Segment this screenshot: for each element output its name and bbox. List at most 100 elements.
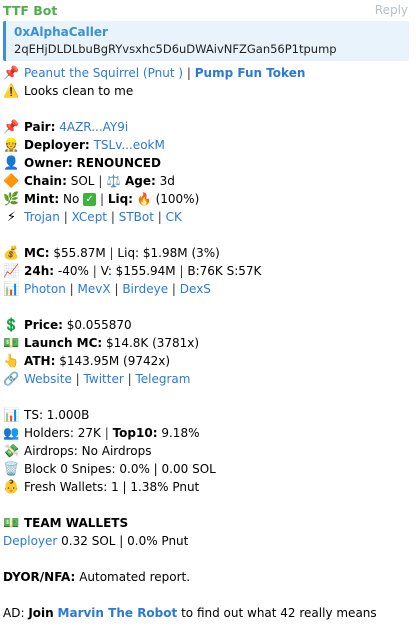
trash-icon: 🗑️ [3, 462, 20, 477]
links-line: 🔗 Website | Twitter | Telegram [3, 370, 190, 388]
top10-label: Top10: [112, 426, 158, 440]
holders-text: Holders: 27K [24, 426, 101, 440]
charts-line: 📊 Photon | MevX | Birdeye | DexS [3, 280, 211, 298]
chain-line: 🔶 Chain: SOL | ⚖️ Age: 3d [3, 172, 174, 190]
separator: | [186, 66, 191, 80]
ath-label: ATH: [24, 354, 56, 368]
ath-value: $143.95M (9742x) [59, 354, 171, 368]
link-icon: 🔗 [3, 372, 20, 387]
website-link[interactable]: Website [24, 372, 72, 386]
team-title-line: 💵 TEAM WALLETS [3, 514, 128, 532]
liq-value: (100%) [155, 192, 200, 206]
dyor-line: DYOR/NFA: Automated report. [3, 568, 190, 586]
fire-icon: 🔥 [136, 192, 152, 206]
banknote-icon: 💵 [3, 336, 20, 351]
bar-chart-icon: 📊 [3, 408, 20, 423]
diamond-icon: 🔶 [3, 174, 20, 189]
deployer-link[interactable]: TSLv...eokM [94, 138, 165, 152]
warning-line: ⚠️ Looks clean to me [3, 82, 133, 100]
separator: | [98, 174, 103, 188]
snipes-text: Block 0 Snipes: 0.0% | 0.00 SOL [24, 462, 216, 476]
team-deployer-link[interactable]: Deployer [3, 534, 57, 548]
h24-value: -40% [57, 264, 89, 278]
launch-label: Launch MC: [24, 336, 103, 350]
reply-button[interactable]: Reply [375, 3, 408, 17]
chart-link-dexs[interactable]: DexS [180, 282, 211, 296]
separator: | [114, 282, 119, 296]
airdrops-text: Airdrops: No Airdrops [24, 444, 152, 458]
mc-value: $55.87M [53, 246, 106, 260]
launch-value: $14.8K (3781x) [106, 336, 200, 350]
separator: | [127, 372, 132, 386]
ts-text: TS: 1.000B [24, 408, 90, 422]
pair-line: 📌 Pair: 4AZR...AY9i [3, 118, 128, 136]
chain-value: SOL [70, 174, 95, 188]
ad-suffix: to find out what 42 really means [181, 606, 377, 620]
pointing-up-icon: 👆 [3, 354, 20, 369]
mc-label: MC: [24, 246, 50, 260]
airdrops-line: 💸 Airdrops: No Airdrops [3, 442, 152, 460]
separator: | [92, 264, 97, 278]
separator: | [109, 246, 114, 260]
herb-icon: 🌿 [3, 192, 20, 207]
ath-line: 👆 ATH: $143.95M (9742x) [3, 352, 170, 370]
quote-author: 0xAlphaCaller [14, 25, 108, 39]
age-label: Age: [124, 174, 156, 188]
bot-link-xcept[interactable]: XCept [72, 210, 107, 224]
deployer-label: Deployer: [24, 138, 90, 152]
separator: | [104, 426, 109, 440]
sender-name[interactable]: TTF Bot [3, 3, 57, 18]
baby-icon: 👶 [3, 480, 20, 495]
scales-icon: ⚖️ [106, 174, 122, 188]
ad-link[interactable]: Marvin The Robot [58, 606, 178, 620]
separator: | [99, 192, 104, 206]
owner-label: Owner: [24, 156, 73, 170]
separator: | [179, 264, 184, 278]
team-deployer-line: Deployer 0.32 SOL | 0.0% Pnut [3, 532, 188, 550]
bot-link-ck[interactable]: CK [166, 210, 182, 224]
chart-up-icon: 📈 [3, 264, 20, 279]
mint-value: No [62, 192, 80, 206]
platform-link[interactable]: Pump Fun Token [195, 66, 306, 80]
dyor-text: Automated report. [79, 570, 191, 584]
person-icon: 👤 [3, 156, 20, 171]
chain-label: Chain: [24, 174, 67, 188]
moneybag-icon: 💰 [3, 246, 20, 261]
pair-link[interactable]: 4AZR...AY9i [59, 120, 128, 134]
chart-link-photon[interactable]: Photon [24, 282, 66, 296]
token-symbol-link[interactable]: (Pnut ) [143, 66, 183, 80]
warning-text: Looks clean to me [24, 84, 134, 98]
fresh-line: 👶 Fresh Wallets: 1 | 1.38% Pnut [3, 478, 199, 496]
chart-link-mevx[interactable]: MevX [78, 282, 111, 296]
liq-text: Liq: $1.98M (3%) [117, 246, 220, 260]
launch-line: 💵 Launch MC: $14.8K (3781x) [3, 334, 199, 352]
separator: | [75, 372, 80, 386]
team-deployer-value: 0.32 SOL | 0.0% Pnut [61, 534, 189, 548]
token-line: 📌 Peanut the Squirrel (Pnut ) | Pump Fun … [3, 64, 305, 82]
twitter-link[interactable]: Twitter [84, 372, 124, 386]
top10-value: 9.18% [161, 426, 200, 440]
money-wings-icon: 💸 [3, 444, 20, 459]
bot-link-stbot[interactable]: STBot [119, 210, 154, 224]
price-line: 💲 Price: $0.055870 [3, 316, 131, 334]
chart-link-birdeye[interactable]: Birdeye [122, 282, 168, 296]
separator: | [110, 210, 115, 224]
bot-link-trojan[interactable]: Trojan [24, 210, 60, 224]
check-icon: ✓ [83, 193, 97, 206]
banknote-icon: 💵 [3, 516, 20, 531]
reply-quote[interactable]: 0xAlphaCaller 2qEHjDLDLbuBgRYvsxhc5D6uDW… [3, 21, 409, 61]
owner-line: 👤 Owner: RENOUNCED [3, 154, 161, 172]
owner-value: RENOUNCED [76, 156, 161, 170]
bots-line: ⚡ Trojan | XCept | STBot | CK [3, 208, 182, 226]
deployer-line: 👷 Deployer: TSLv...eokM [3, 136, 165, 154]
quote-text: 2qEHjDLDLbuBgRYvsxhc5D6uDWAivNFZGan56P1t… [14, 42, 337, 56]
lightning-icon: ⚡ [6, 210, 17, 225]
h24-label: 24h: [24, 264, 55, 278]
pushpin-icon: 📌 [3, 66, 20, 81]
ad-join: Join [28, 606, 54, 620]
bar-chart-icon: 📊 [3, 282, 20, 297]
telegram-link[interactable]: Telegram [135, 372, 190, 386]
token-name-link[interactable]: Peanut the Squirrel [24, 66, 139, 80]
ts-line: 📊 TS: 1.000B [3, 406, 89, 424]
people-icon: 👥 [3, 426, 20, 441]
